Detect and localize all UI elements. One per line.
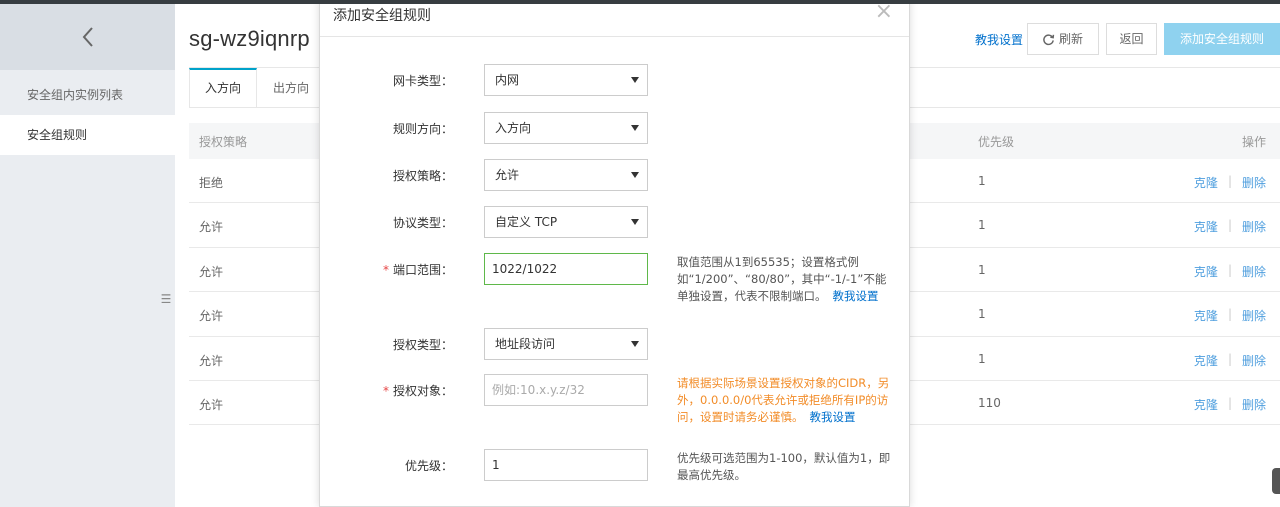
chevron-left-icon [82,27,93,47]
policy-value: 允许 [495,168,520,182]
clone-link[interactable]: 克隆 [1194,218,1218,235]
add-rule-dialog: 添加安全组规则 × 网卡类型： 内网 规则方向： 入方向 授权策略： 允许 协议… [319,0,910,507]
cell-policy: 允许 [199,353,224,368]
menu-icon: ☰ [160,292,172,306]
delete-link[interactable]: 删除 [1242,307,1266,324]
action-separator: | [1227,174,1232,188]
caret-down-icon [631,77,639,83]
auth-object-hint-text: 请根据实际场景设置授权对象的CIDR，另外，0.0.0.0/0代表允许或拒绝所有… [677,376,890,424]
refresh-icon [1043,33,1055,45]
delete-link[interactable]: 删除 [1242,396,1266,413]
clone-link[interactable]: 克隆 [1194,263,1218,280]
action-separator: | [1227,218,1232,233]
auth-type-label: 授权类型： [392,338,453,352]
cell-policy: 允许 [199,264,224,279]
back-arrow-button[interactable] [0,4,175,70]
clone-link[interactable]: 克隆 [1194,352,1218,369]
clone-link[interactable]: 克隆 [1194,396,1218,413]
required-mark: * [382,263,389,277]
direction-label: 规则方向： [392,122,453,136]
caret-down-icon [631,341,639,347]
cell-policy: 允许 [199,309,224,324]
dialog-title: 添加安全组规则 [333,8,431,24]
direction-value: 入方向 [495,121,532,135]
tab-outbound[interactable]: 出方向 [257,68,325,108]
back-button[interactable]: 返回 [1106,23,1157,55]
nic-type-value: 内网 [495,73,520,87]
nic-type-label: 网卡类型： [392,74,453,88]
priority-label: 优先级： [404,459,453,473]
delete-link[interactable]: 删除 [1242,352,1266,369]
column-header-actions: 操作 [1241,135,1266,149]
sidebar-item-rules[interactable]: 安全组规则 [0,115,175,155]
direction-tabs: 入方向 出方向 [189,68,325,108]
dialog-header: 添加安全组规则 × [320,0,909,37]
cell-priority: 1 [978,262,986,277]
cell-policy: 允许 [199,397,224,412]
protocol-value: 自定义 TCP [495,215,558,229]
sidebar: 安全组内实例列表 安全组规则 [0,4,175,507]
feedback-tab[interactable] [1272,468,1280,494]
top-bar [0,0,1280,4]
delete-link[interactable]: 删除 [1242,174,1266,191]
cell-priority: 1 [978,351,986,366]
policy-select[interactable]: 允许 [484,159,648,191]
delete-link[interactable]: 删除 [1242,263,1266,280]
priority-hint: 优先级可选范围为1-100，默认值为1，即最高优先级。 [677,451,891,482]
direction-select[interactable]: 入方向 [484,112,648,144]
cell-priority: 110 [978,395,1001,410]
port-range-label: * 端口范围： [383,261,453,278]
column-header-policy: 授权策略 [199,135,248,149]
sidebar-item-instances[interactable]: 安全组内实例列表 [0,75,175,115]
port-range-label-text: 端口范围： [392,263,453,277]
protocol-label: 协议类型： [392,216,453,230]
cell-policy: 允许 [199,220,224,235]
cell-priority: 1 [978,307,986,322]
priority-input[interactable]: 1 [484,449,648,481]
caret-down-icon [631,125,639,131]
page-title: sg-wz9iqnrp [189,26,310,51]
tab-inbound[interactable]: 入方向 [189,68,257,108]
action-separator: | [1227,351,1232,366]
delete-link[interactable]: 删除 [1242,218,1266,235]
cell-priority: 1 [978,218,986,233]
clone-link[interactable]: 克隆 [1194,307,1218,324]
auth-object-input[interactable]: 例如:10.x.y.z/32 [484,374,648,406]
nic-type-select[interactable]: 内网 [484,64,648,96]
auth-object-label: * 授权对象： [383,382,453,399]
caret-down-icon [631,219,639,225]
cell-priority: 1 [978,174,986,188]
add-rule-button[interactable]: 添加安全组规则 [1164,23,1280,55]
refresh-label: 刷新 [1059,32,1084,46]
auth-type-select[interactable]: 地址段访问 [484,328,648,360]
cell-policy: 拒绝 [199,176,224,190]
caret-down-icon [631,172,639,178]
policy-label: 授权策略： [392,169,453,183]
port-range-help-link[interactable]: 教我设置 [833,289,879,303]
auth-object-label-text: 授权对象： [392,384,453,398]
column-header-priority: 优先级 [978,135,1015,149]
help-link[interactable]: 教我设置 [975,31,1023,48]
auth-object-hint: 请根据实际场景设置授权对象的CIDR，另外，0.0.0.0/0代表允许或拒绝所有… [677,375,893,426]
refresh-button[interactable]: 刷新 [1027,23,1099,55]
clone-link[interactable]: 克隆 [1194,174,1218,191]
required-mark: * [382,384,389,398]
action-separator: | [1227,395,1232,410]
port-range-hint: 取值范围从1到65535；设置格式例如“1/200”、“80/80”，其中“-1… [677,254,893,305]
protocol-select[interactable]: 自定义 TCP [484,206,648,238]
port-range-input[interactable]: 1022/1022 [484,253,648,285]
action-separator: | [1227,262,1232,277]
action-separator: | [1227,307,1232,322]
auth-object-help-link[interactable]: 教我设置 [810,410,856,424]
auth-type-value: 地址段访问 [495,337,556,351]
